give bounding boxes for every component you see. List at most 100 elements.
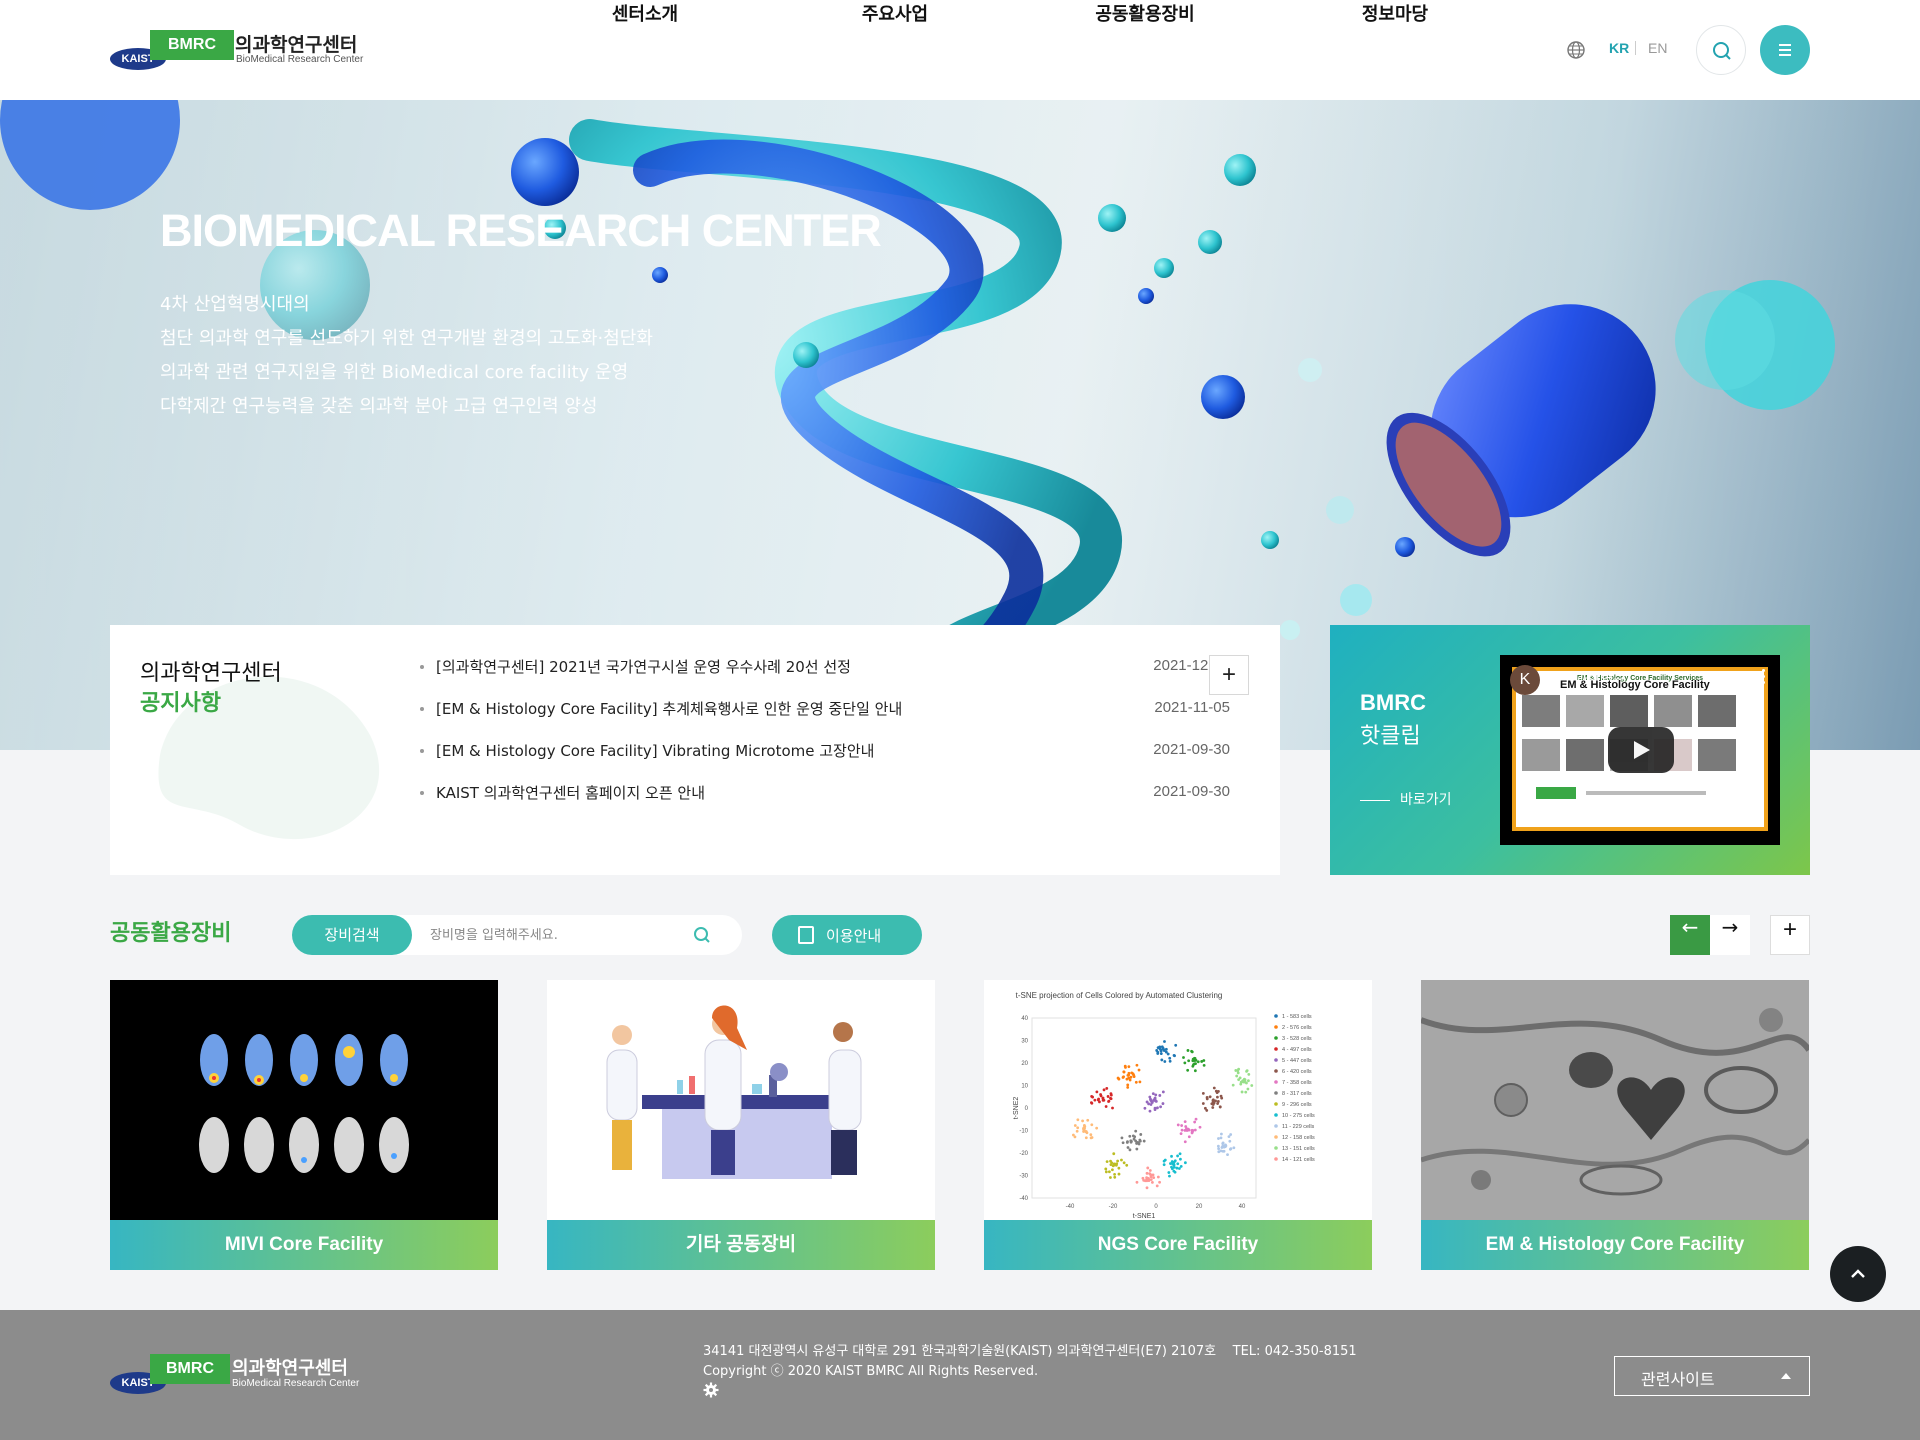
tsne-point <box>1162 1163 1166 1167</box>
footer-copyright: Copyright ⓒ 2020 KAIST BMRC All Rights R… <box>703 1364 1039 1379</box>
tsne-point <box>1156 1106 1159 1110</box>
hot-clip-link[interactable]: 바로가기 <box>1360 789 1452 809</box>
tsne-point <box>1216 1095 1219 1099</box>
tsne-point <box>1247 1079 1250 1083</box>
more-dot <box>1762 681 1765 684</box>
equipment-card-label: EM & Histology Core Facility <box>1421 1220 1809 1270</box>
equipment-more-button[interactable]: + <box>1770 915 1810 955</box>
tsne-point <box>1193 1069 1197 1073</box>
tsne-point <box>1183 1061 1187 1065</box>
notice-item[interactable]: [EM & Histology Core Facility] 추계체육행사로 인… <box>420 697 1230 721</box>
video-player[interactable]: EM & Histology Core Facility Services K … <box>1500 655 1780 845</box>
tsne-point <box>1184 1125 1188 1128</box>
notice-item-title[interactable]: KAIST 의과학연구센터 홈페이지 오픈 안내 <box>436 782 705 803</box>
carousel-next-button[interactable]: → <box>1710 915 1750 955</box>
tsne-point <box>1220 1132 1223 1136</box>
tsne-point <box>1143 1179 1147 1183</box>
tsne-point <box>1190 1050 1194 1054</box>
notice-item-title[interactable]: [의과학연구센터] 2021년 국가연구시설 운영 우수사례 20선 선정 <box>436 656 851 677</box>
video-overlay-title: EM & Histology Core Facility <box>1560 679 1710 691</box>
nav-item-equipment[interactable]: 공동활용장비 <box>1020 0 1270 100</box>
tsne-point <box>1132 1137 1136 1141</box>
menu-button[interactable] <box>1760 25 1810 75</box>
tsne-point <box>1145 1186 1149 1190</box>
tsne-y-tick-label: 40 <box>1021 1016 1028 1022</box>
tsne-point <box>1211 1106 1215 1109</box>
tsne-point <box>1123 1064 1127 1068</box>
tsne-point <box>1134 1080 1138 1084</box>
tsne-x-tick-label: 20 <box>1196 1204 1203 1210</box>
tsne-legend-label: 7 - 358 cells <box>1282 1080 1312 1086</box>
tsne-point <box>1147 1179 1151 1182</box>
tsne-point <box>1086 1118 1090 1122</box>
notice-more-button[interactable]: + <box>1209 655 1249 695</box>
tsne-point <box>1159 1052 1163 1056</box>
equipment-card-other[interactable]: 기타 공동장비 <box>547 980 935 1270</box>
video-more-icon[interactable] <box>1762 669 1766 685</box>
main-nav: 센터소개 주요사업 공동활용장비 정보마당 <box>520 0 1520 100</box>
tsne-point <box>1158 1045 1162 1049</box>
tsne-point <box>1096 1098 1100 1102</box>
scroll-top-button[interactable] <box>1830 1246 1886 1302</box>
nav-item-about[interactable]: 센터소개 <box>520 0 770 100</box>
tsne-point <box>1159 1049 1163 1052</box>
tsne-legend-label: 2 - 576 cells <box>1282 1025 1312 1031</box>
tsne-point <box>1183 1120 1187 1124</box>
notice-item-title[interactable]: [EM & Histology Core Facility] 추계체육행사로 인… <box>436 698 902 719</box>
equipment-search-bar: 장비검색 <box>292 915 742 955</box>
tsne-point <box>1138 1080 1142 1084</box>
usage-guide-button[interactable]: 이용안내 <box>772 915 922 955</box>
equipment-card-mivi[interactable]: MIVI Core Facility <box>110 980 498 1270</box>
equipment-card-ngs[interactable]: t-SNE projection of Cells Colored by Aut… <box>984 980 1372 1270</box>
related-sites-select[interactable]: 관련사이트 <box>1614 1356 1810 1396</box>
tsne-point <box>1167 1171 1171 1174</box>
notice-item[interactable]: KAIST 의과학연구센터 홈페이지 오픈 안내 2021-09-30 <box>420 781 1230 805</box>
gear-icon[interactable] <box>703 1382 719 1398</box>
lang-kr-link[interactable]: KR <box>1609 40 1629 56</box>
tsne-point <box>1093 1098 1097 1102</box>
tsne-point <box>1178 1152 1182 1156</box>
hot-clip-title-top: BMRC <box>1360 690 1426 715</box>
logo-name-ko: 의과학연구센터 <box>232 1358 348 1379</box>
tsne-point <box>1158 1180 1161 1184</box>
tsne-point <box>1250 1084 1254 1087</box>
notice-item[interactable]: [EM & Histology Core Facility] Vibrating… <box>420 739 1230 763</box>
carousel-prev-button[interactable]: ← <box>1670 915 1710 955</box>
notice-item-title[interactable]: [EM & Histology Core Facility] Vibrating… <box>436 740 874 761</box>
tsne-point <box>1122 1070 1126 1074</box>
tsne-point <box>1120 1158 1123 1162</box>
tsne-legend-label: 13 - 151 cells <box>1282 1146 1315 1152</box>
equipment-search-input[interactable] <box>430 924 680 946</box>
header-search-button[interactable] <box>1696 25 1746 75</box>
chevron-up-icon <box>1851 1269 1865 1278</box>
tsne-legend-swatch <box>1274 1124 1278 1128</box>
tsne-point <box>1089 1136 1093 1140</box>
tsne-legend-label: 14 - 121 cells <box>1282 1157 1315 1163</box>
link-line-icon <box>1360 799 1390 801</box>
tsne-point <box>1170 1154 1173 1158</box>
tsne-point <box>1090 1095 1094 1098</box>
tsne-point <box>1125 1141 1129 1144</box>
play-button[interactable] <box>1608 727 1674 773</box>
tsne-point <box>1112 1152 1116 1156</box>
lang-en-link[interactable]: EN <box>1648 40 1667 56</box>
hero-line-2: 첨단 의과학 연구를 선도하기 위한 연구개발 환경의 고도화·첨단화 <box>160 328 653 349</box>
site-logo[interactable]: KAIST BMRC 의과학연구센터 BioMedical Research C… <box>110 30 380 72</box>
search-icon[interactable] <box>692 925 712 945</box>
tsne-point <box>1143 1106 1147 1110</box>
equipment-card-em-histology[interactable]: EM & Histology Core Facility <box>1421 980 1809 1270</box>
more-dot <box>1762 669 1765 672</box>
tsne-point <box>1084 1136 1088 1140</box>
tsne-legend-label: 11 - 229 cells <box>1282 1124 1315 1130</box>
equipment-search-label: 장비검색 <box>292 915 412 955</box>
tsne-legend-label: 6 - 420 cells <box>1282 1069 1312 1075</box>
tsne-point <box>1168 1056 1172 1060</box>
tsne-point <box>1145 1176 1149 1180</box>
tsne-point <box>1232 1146 1236 1150</box>
tsne-point <box>1179 1157 1182 1161</box>
tsne-point <box>1183 1161 1187 1165</box>
nav-item-projects[interactable]: 주요사업 <box>770 0 1020 100</box>
nav-item-info[interactable]: 정보마당 <box>1270 0 1520 100</box>
notice-item[interactable]: [의과학연구센터] 2021년 국가연구시설 운영 우수사례 20선 선정 20… <box>420 655 1230 679</box>
tsne-point <box>1231 1083 1235 1087</box>
